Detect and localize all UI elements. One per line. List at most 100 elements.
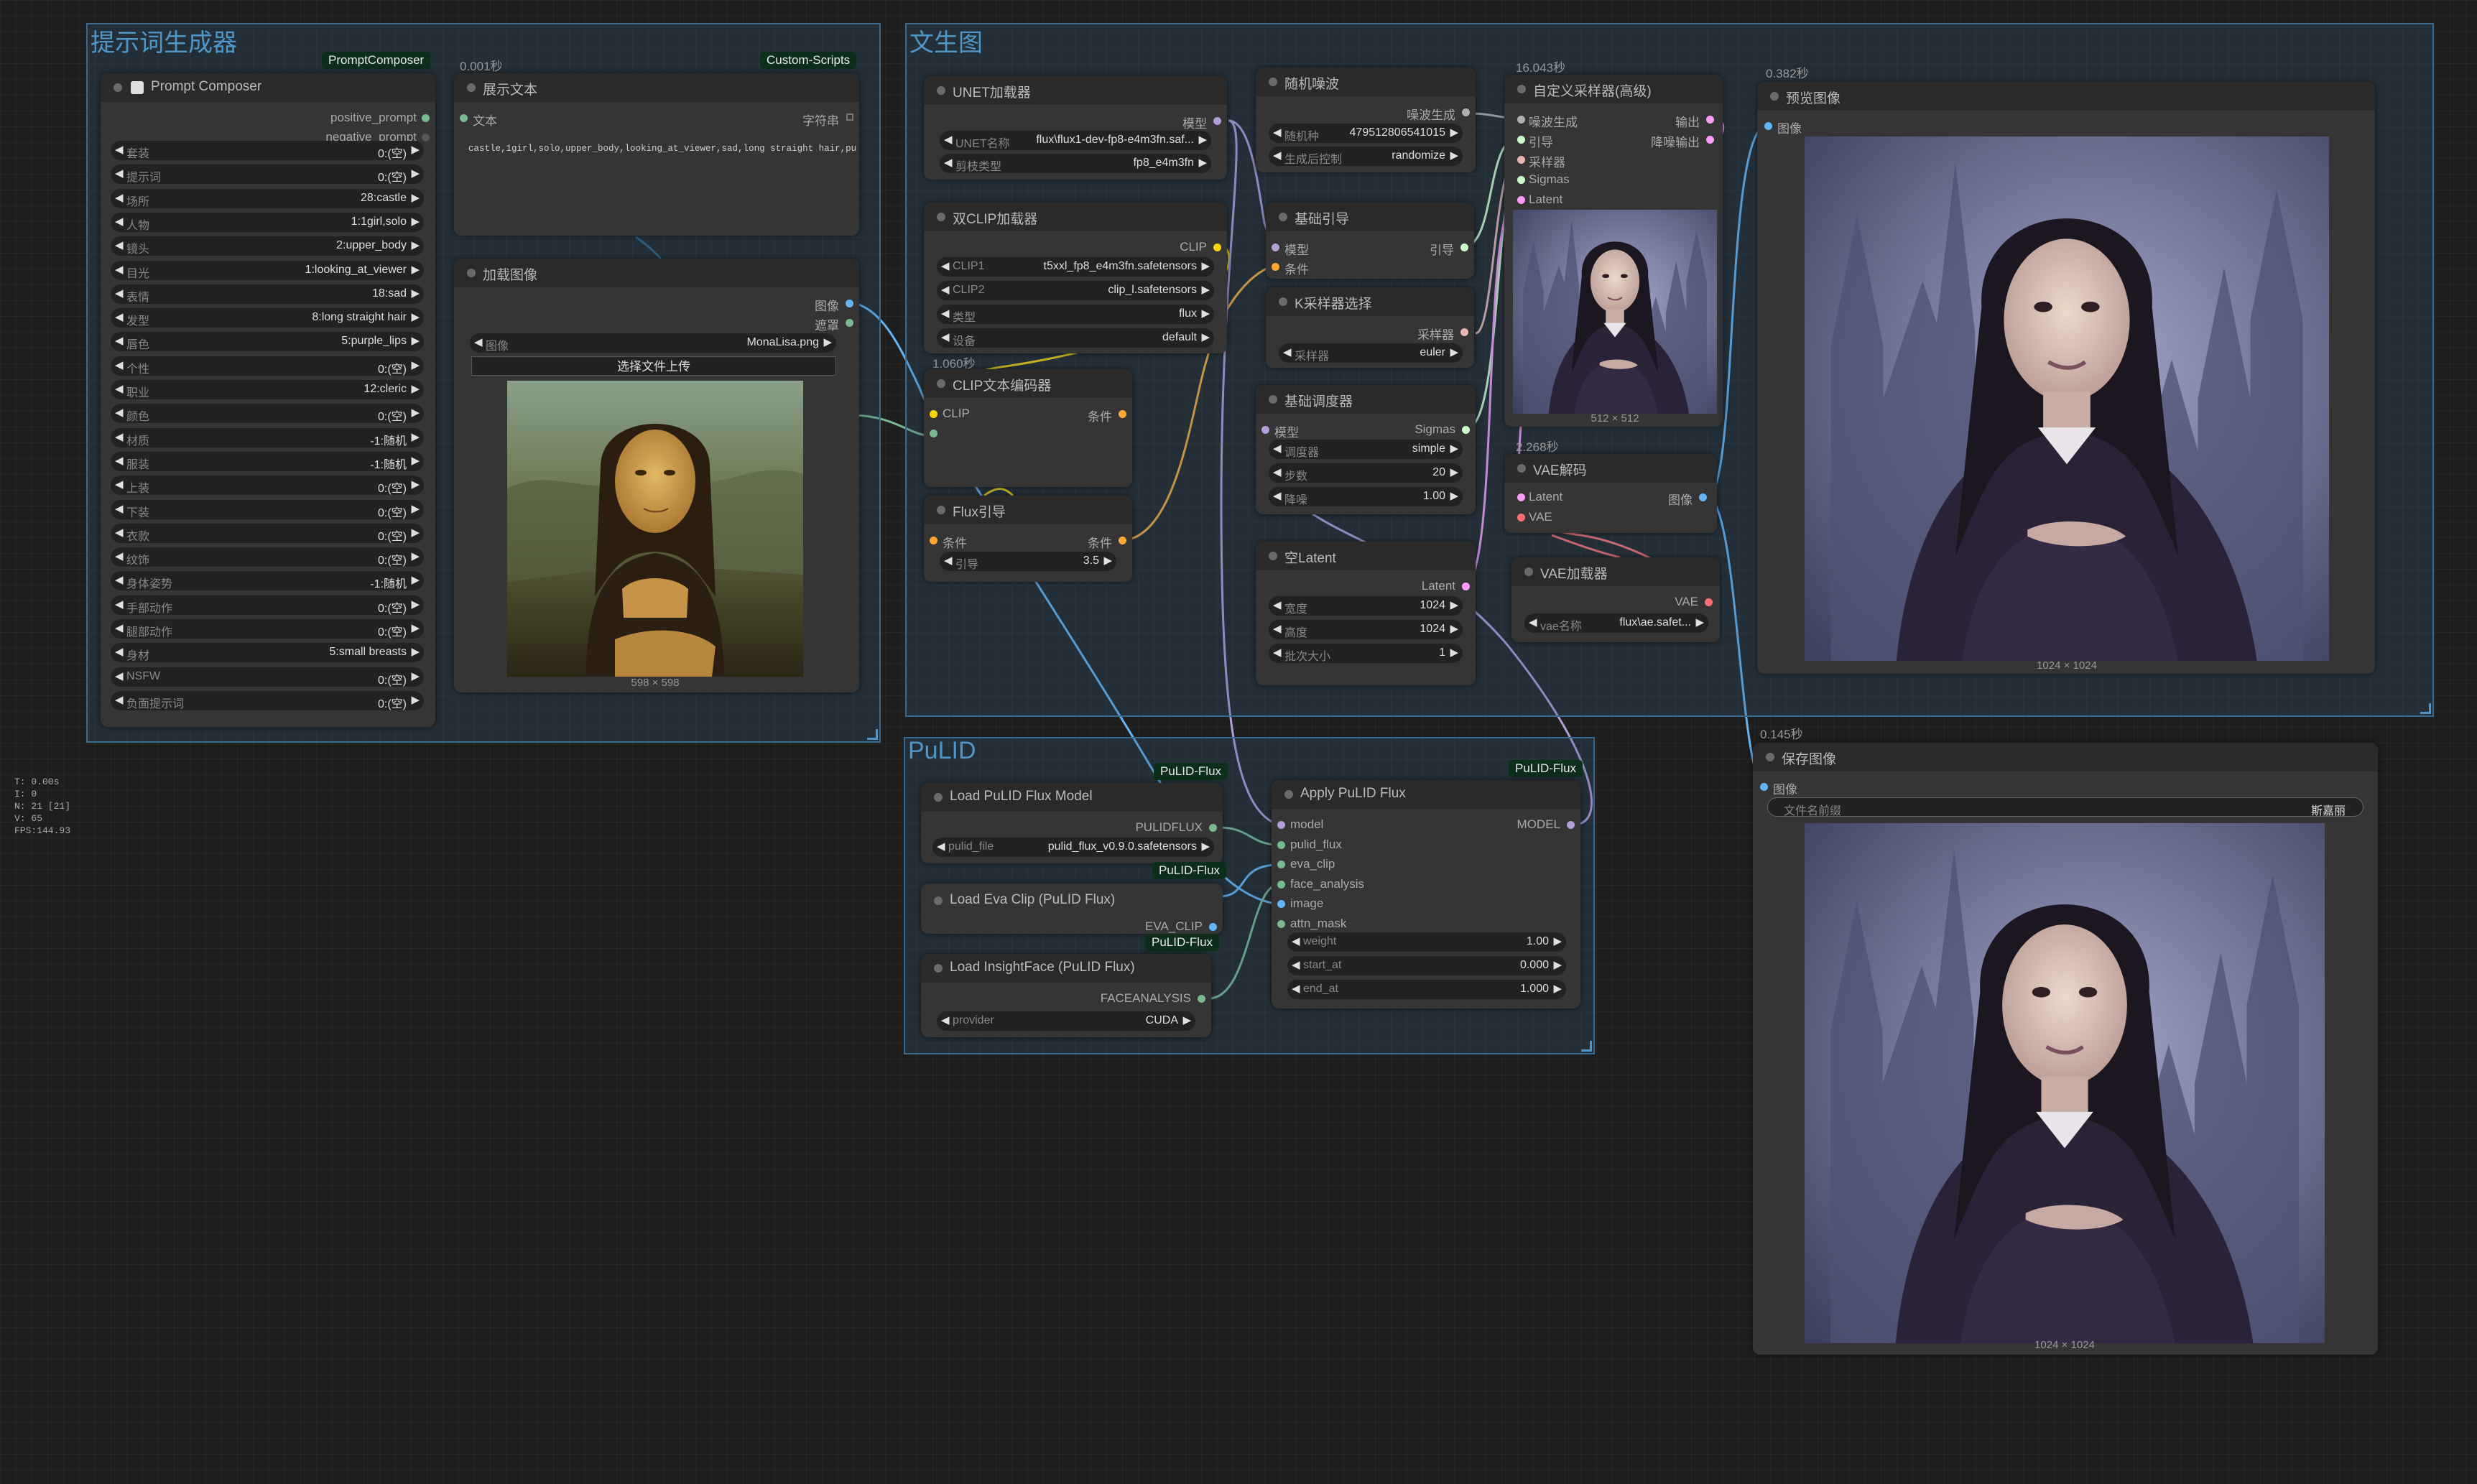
arrow-left-icon[interactable]: ◀: [944, 156, 953, 169]
output-socket[interactable]: [1198, 995, 1205, 1003]
arrow-left-icon[interactable]: ◀: [1273, 149, 1282, 162]
input-socket[interactable]: [1272, 263, 1279, 271]
output-socket[interactable]: [846, 300, 853, 307]
arrow-right-icon[interactable]: ▶: [411, 310, 420, 323]
sampler-name-select[interactable]: ◀ 采样器 euler ▶: [1279, 343, 1463, 363]
composer-option-select[interactable]: ◀ 颜色 0:(空) ▶: [111, 404, 424, 424]
arrow-right-icon[interactable]: ▶: [411, 215, 420, 228]
resize-handle[interactable]: [1581, 1041, 1592, 1052]
arrow-left-icon[interactable]: ◀: [115, 621, 124, 634]
output-socket[interactable]: [1706, 116, 1714, 124]
seed-stepper[interactable]: ◀ 随机种 479512806541015 ▶: [1269, 124, 1463, 143]
arrow-right-icon[interactable]: ▶: [411, 382, 420, 395]
collapse-dot[interactable]: [937, 86, 945, 95]
output-socket[interactable]: [1460, 328, 1468, 336]
arrow-left-icon[interactable]: ◀: [941, 307, 950, 320]
scheduler-option-select[interactable]: ◀ 降噪 1.00 ▶: [1269, 487, 1463, 506]
arrow-left-icon[interactable]: ◀: [115, 573, 124, 586]
output-socket[interactable]: [1705, 598, 1713, 606]
collapse-dot[interactable]: [467, 269, 476, 277]
output-socket[interactable]: [846, 319, 853, 327]
clip-option-select[interactable]: ◀ CLIP2 clip_l.safetensors ▶: [937, 281, 1214, 300]
guidance-stepper[interactable]: ◀ 引导 3.5 ▶: [940, 552, 1116, 571]
arrow-right-icon[interactable]: ▶: [411, 143, 420, 156]
input-socket[interactable]: [930, 537, 937, 544]
composer-option-select[interactable]: ◀ 材质 -1:随机 ▶: [111, 427, 424, 447]
arrow-right-icon[interactable]: ▶: [1450, 598, 1458, 611]
weight-dtype-select[interactable]: ◀ 剪枝类型 fp8_e4m3fn ▶: [940, 154, 1211, 173]
latent-option-stepper[interactable]: ◀ 高度 1024 ▶: [1269, 620, 1463, 639]
resize-handle[interactable]: [867, 729, 878, 740]
arrow-right-icon[interactable]: ▶: [411, 191, 420, 204]
composer-option-select[interactable]: ◀ 场所 28:castle ▶: [111, 188, 424, 208]
pulid-option-stepper[interactable]: ◀ end_at 1.000 ▶: [1287, 980, 1566, 999]
pulid-option-stepper[interactable]: ◀ weight 1.00 ▶: [1287, 932, 1566, 952]
collapse-dot[interactable]: [937, 213, 945, 221]
input-socket[interactable]: [1261, 426, 1269, 434]
input-socket[interactable]: [1517, 176, 1525, 184]
composer-option-select[interactable]: ◀ 腿部动作 0:(空) ▶: [111, 619, 424, 639]
clip-option-select[interactable]: ◀ 类型 flux ▶: [937, 305, 1214, 324]
node-load-eva-clip[interactable]: Load Eva Clip (PuLID Flux) EVA_CLIP: [921, 884, 1223, 934]
arrow-right-icon[interactable]: ▶: [411, 645, 420, 658]
arrow-right-icon[interactable]: ▶: [1450, 346, 1458, 358]
node-title-bar[interactable]: 预览图像: [1757, 82, 2375, 111]
arrow-left-icon[interactable]: ◀: [941, 259, 950, 272]
arrow-left-icon[interactable]: ◀: [1273, 489, 1282, 502]
arrow-right-icon[interactable]: ▶: [411, 669, 420, 682]
arrow-right-icon[interactable]: ▶: [1201, 330, 1210, 343]
node-vae-loader[interactable]: VAE加载器 VAE ◀ vae名称 flux\ae.safet... ▶: [1511, 557, 1720, 642]
composer-option-select[interactable]: ◀ 表情 18:sad ▶: [111, 284, 424, 304]
node-basic-guider[interactable]: 基础引导 模型 条件 引导: [1266, 203, 1474, 279]
composer-option-select[interactable]: ◀ 身体姿势 -1:随机 ▶: [111, 571, 424, 591]
node-load-pulid-model[interactable]: Load PuLID Flux Model PULIDFLUX ◀ pulid_…: [921, 783, 1223, 863]
arrow-left-icon[interactable]: ◀: [115, 263, 124, 276]
arrow-left-icon[interactable]: ◀: [1292, 982, 1300, 995]
composer-option-select[interactable]: ◀ 目光 1:looking_at_viewer ▶: [111, 260, 424, 280]
collapse-dot[interactable]: [1269, 552, 1277, 560]
arrow-left-icon[interactable]: ◀: [1529, 616, 1537, 629]
arrow-left-icon[interactable]: ◀: [115, 645, 124, 658]
composer-option-select[interactable]: ◀ 手部动作 0:(空) ▶: [111, 595, 424, 615]
arrow-left-icon[interactable]: ◀: [1283, 346, 1292, 358]
arrow-right-icon[interactable]: ▶: [411, 502, 420, 515]
composer-option-select[interactable]: ◀ 职业 12:cleric ▶: [111, 380, 424, 399]
node-prompt-composer[interactable]: Prompt Composer positive_prompt negative…: [101, 73, 435, 727]
arrow-left-icon[interactable]: ◀: [1273, 442, 1282, 455]
arrow-right-icon[interactable]: ▶: [1553, 982, 1562, 995]
arrow-right-icon[interactable]: ▶: [411, 693, 420, 706]
node-ksampler-select[interactable]: K采样器选择 采样器 ◀ 采样器 euler ▶: [1266, 287, 1474, 368]
node-title-bar[interactable]: 展示文本: [454, 73, 859, 102]
arrow-right-icon[interactable]: ▶: [1450, 622, 1458, 635]
output-socket[interactable]: [1209, 923, 1217, 931]
composer-option-select[interactable]: ◀ 唇色 5:purple_lips ▶: [111, 332, 424, 352]
node-unet-loader[interactable]: UNET加载器 模型 ◀ UNET名称 flux\flux1-dev-fp8-e…: [924, 76, 1227, 180]
input-socket[interactable]: [1760, 783, 1768, 791]
node-title-bar[interactable]: 空Latent: [1256, 542, 1476, 570]
node-empty-latent[interactable]: 空Latent Latent ◀ 宽度 1024 ▶ ◀ 高度 1024 ▶ ◀ 批次大小 1 ▶: [1256, 542, 1476, 685]
node-custom-sampler-advanced[interactable]: 自定义采样器(高级) 噪波生成 引导 采样器 Sigmas Latent 输出 …: [1504, 75, 1723, 427]
collapse-dot[interactable]: [1269, 395, 1277, 404]
node-title-bar[interactable]: VAE解码: [1504, 454, 1717, 483]
input-socket[interactable]: [1277, 861, 1285, 868]
arrow-left-icon[interactable]: ◀: [115, 143, 124, 156]
node-show-text[interactable]: 展示文本 文本 字符串 castle,1girl,solo,upper_body…: [454, 73, 859, 236]
arrow-right-icon[interactable]: ▶: [411, 287, 420, 300]
composer-option-select[interactable]: ◀ 发型 8:long straight hair ▶: [111, 308, 424, 328]
arrow-right-icon[interactable]: ▶: [411, 598, 420, 611]
scheduler-option-select[interactable]: ◀ 步数 20 ▶: [1269, 463, 1463, 483]
arrow-left-icon[interactable]: ◀: [937, 840, 945, 853]
composer-option-select[interactable]: ◀ 服装 -1:随机 ▶: [111, 451, 424, 471]
arrow-left-icon[interactable]: ◀: [1273, 622, 1282, 635]
input-socket[interactable]: [1517, 156, 1525, 164]
arrow-right-icon[interactable]: ▶: [411, 358, 420, 371]
arrow-left-icon[interactable]: ◀: [115, 310, 124, 323]
composer-option-select[interactable]: ◀ 套装 0:(空) ▶: [111, 141, 424, 160]
node-title-bar[interactable]: 加载图像: [454, 259, 859, 287]
input-socket[interactable]: [1517, 116, 1525, 124]
arrow-left-icon[interactable]: ◀: [1273, 126, 1282, 139]
output-socket[interactable]: [1119, 537, 1126, 544]
pulid-option-stepper[interactable]: ◀ start_at 0.000 ▶: [1287, 956, 1566, 975]
node-save-image[interactable]: 保存图像 图像 文件名前缀 斯嘉丽 1024 × 1024: [1753, 743, 2378, 1355]
input-socket[interactable]: [1764, 122, 1772, 130]
